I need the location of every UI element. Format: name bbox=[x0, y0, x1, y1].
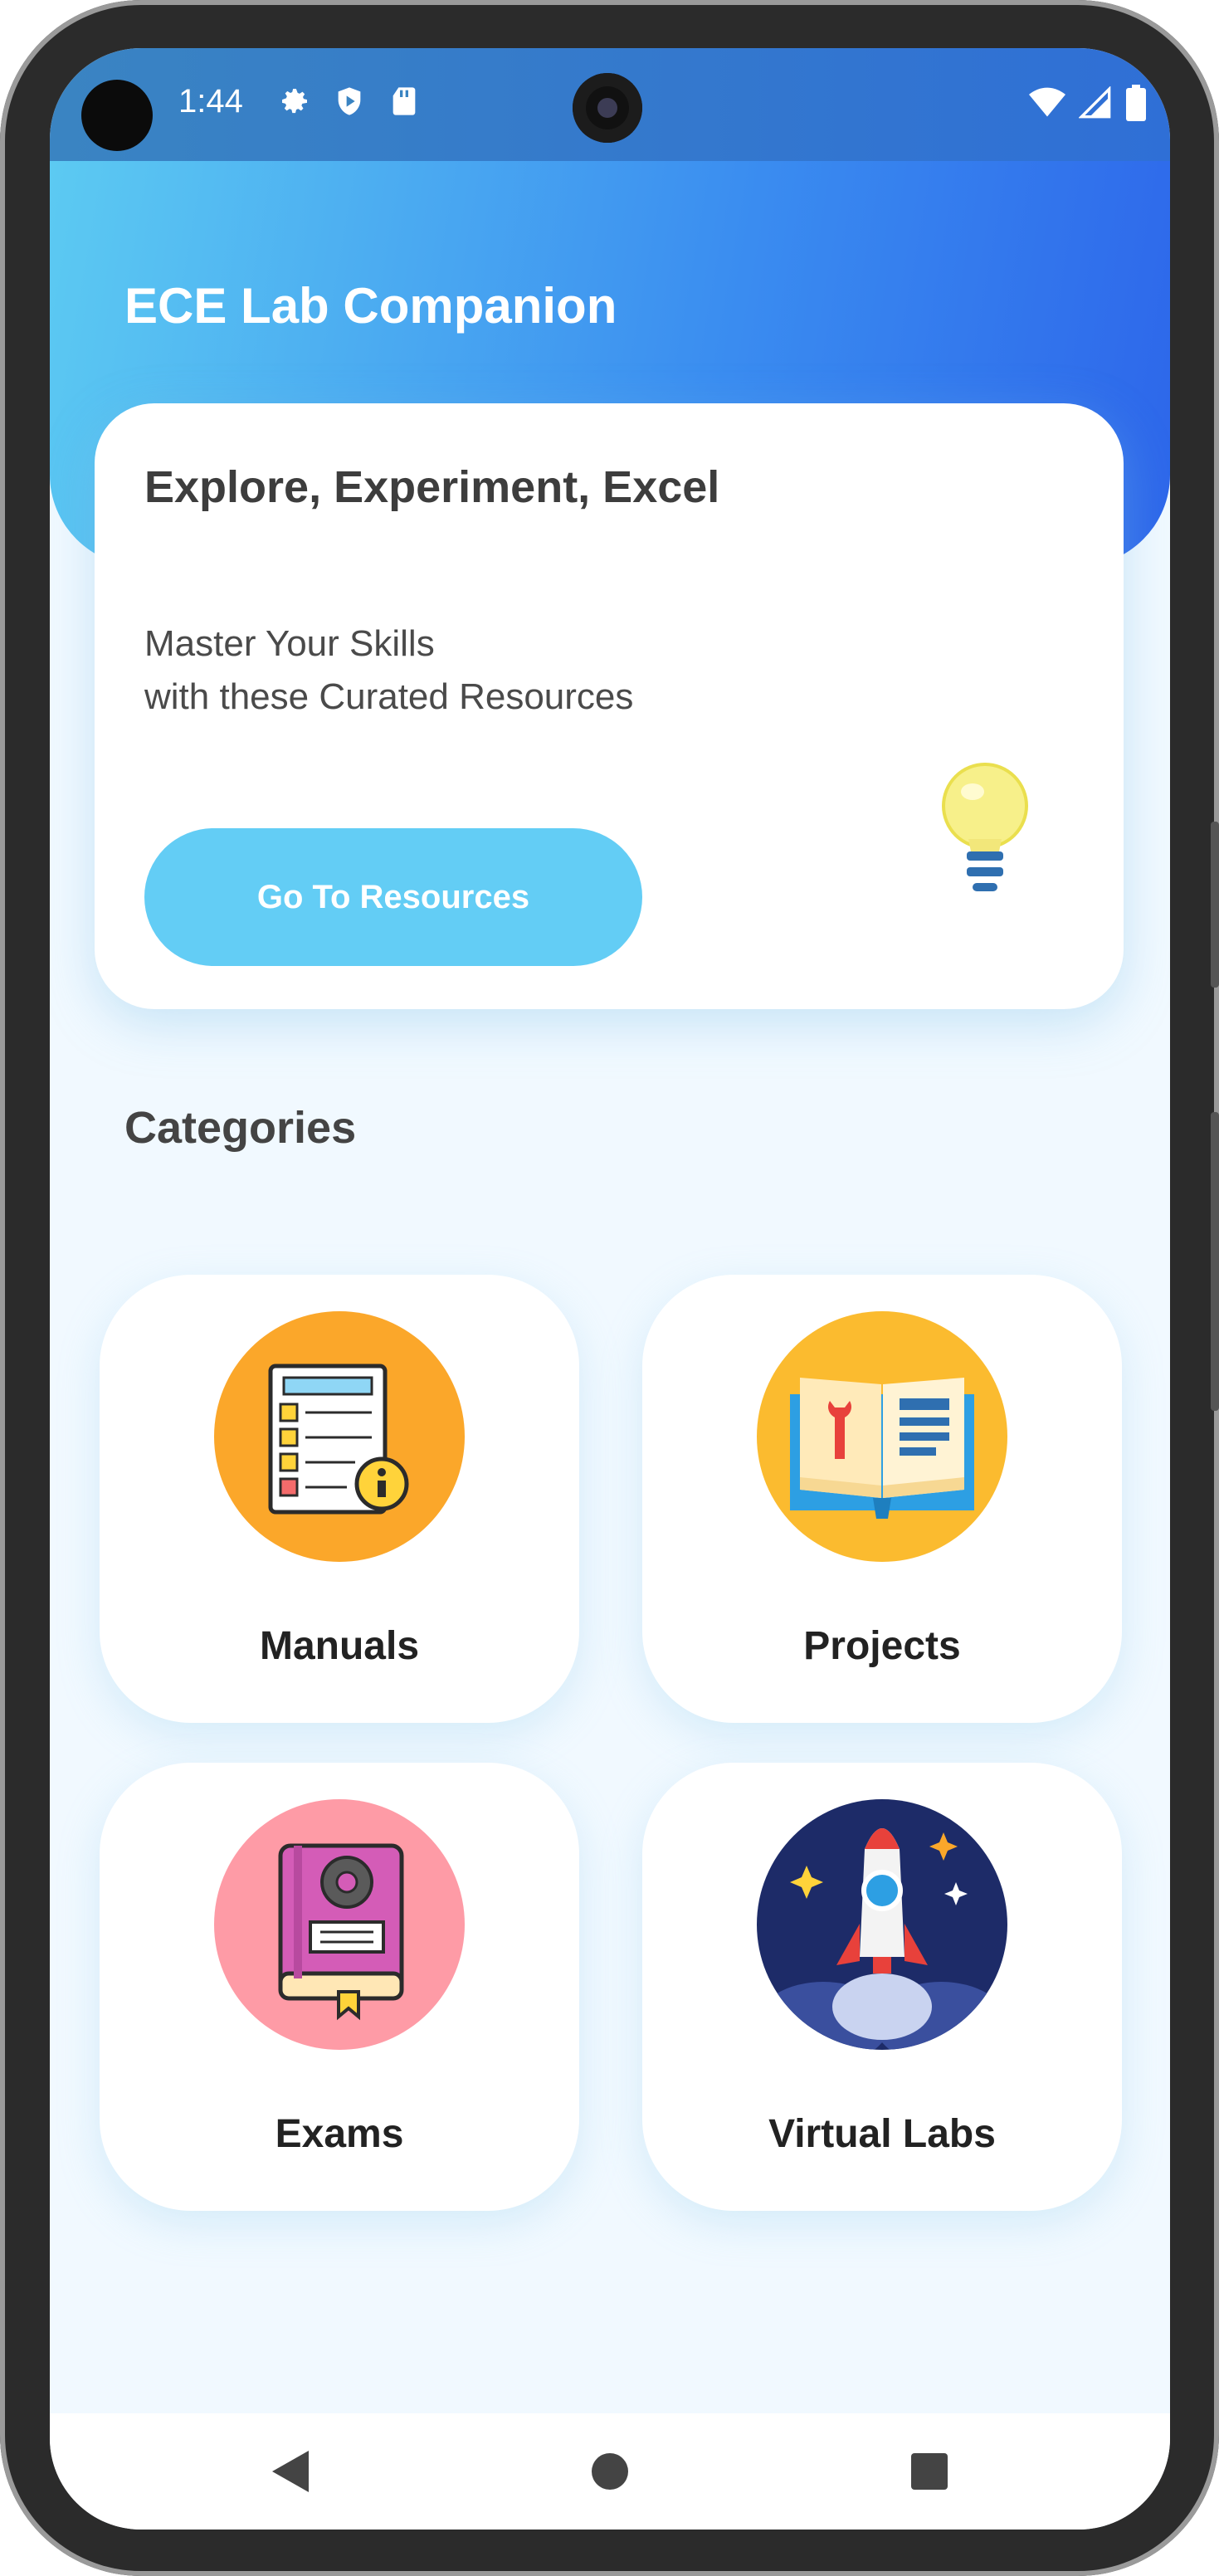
go-to-resources-button[interactable]: Go To Resources bbox=[144, 828, 642, 966]
status-time: 1:44 bbox=[178, 83, 243, 120]
navigation-bar bbox=[50, 2413, 1170, 2530]
categories-title: Categories bbox=[124, 1103, 357, 1153]
lightbulb-icon bbox=[942, 763, 1028, 891]
status-right-icons bbox=[1029, 85, 1147, 121]
rocket-icon bbox=[757, 1799, 1007, 2050]
category-label: Virtual Labs bbox=[768, 2112, 996, 2156]
category-virtual-labs[interactable]: Virtual Labs bbox=[642, 1763, 1122, 2211]
open-book-tools-icon bbox=[757, 1311, 1007, 1562]
wifi-icon bbox=[1029, 87, 1065, 117]
category-label: Exams bbox=[275, 2112, 404, 2156]
category-label: Manuals bbox=[259, 1624, 420, 1668]
category-label: Projects bbox=[803, 1624, 961, 1668]
book-gear-icon bbox=[214, 1799, 465, 2050]
status-bar: 1:44 bbox=[50, 48, 1170, 161]
camera-cutout bbox=[81, 80, 153, 151]
screen: 1:44 ECE Lab Companion Explore, Experime… bbox=[50, 48, 1170, 2530]
hero-subtitle: Master Your Skills with these Curated Re… bbox=[144, 617, 633, 724]
front-camera bbox=[573, 73, 642, 143]
recents-square-icon bbox=[911, 2453, 948, 2490]
home-circle-icon bbox=[592, 2453, 628, 2490]
category-manuals[interactable]: Manuals bbox=[100, 1275, 579, 1723]
hero-card: Explore, Experiment, Excel Master Your S… bbox=[95, 403, 1124, 1009]
status-icons bbox=[278, 85, 421, 118]
category-projects[interactable]: Projects bbox=[642, 1275, 1122, 1723]
back-button[interactable] bbox=[249, 2413, 332, 2530]
hero-subtitle-line1: Master Your Skills bbox=[144, 623, 435, 664]
power-button bbox=[1211, 1112, 1219, 1411]
category-exams[interactable]: Exams bbox=[100, 1763, 579, 2211]
battery-icon bbox=[1126, 85, 1146, 121]
hero-subtitle-line2: with these Curated Resources bbox=[144, 676, 634, 717]
hero-title: Explore, Experiment, Excel bbox=[144, 462, 720, 512]
home-button[interactable] bbox=[568, 2413, 651, 2530]
back-triangle-icon bbox=[272, 2451, 309, 2492]
volume-button bbox=[1211, 822, 1219, 988]
cellular-signal-icon bbox=[1079, 86, 1111, 119]
manual-checklist-icon bbox=[214, 1311, 465, 1562]
sd-card-icon bbox=[393, 87, 416, 115]
shield-play-icon bbox=[338, 87, 361, 115]
settings-icon bbox=[282, 89, 307, 114]
phone-frame: 1:44 ECE Lab Companion Explore, Experime… bbox=[0, 0, 1219, 2576]
app-title: ECE Lab Companion bbox=[124, 278, 617, 334]
recents-button[interactable] bbox=[888, 2413, 971, 2530]
